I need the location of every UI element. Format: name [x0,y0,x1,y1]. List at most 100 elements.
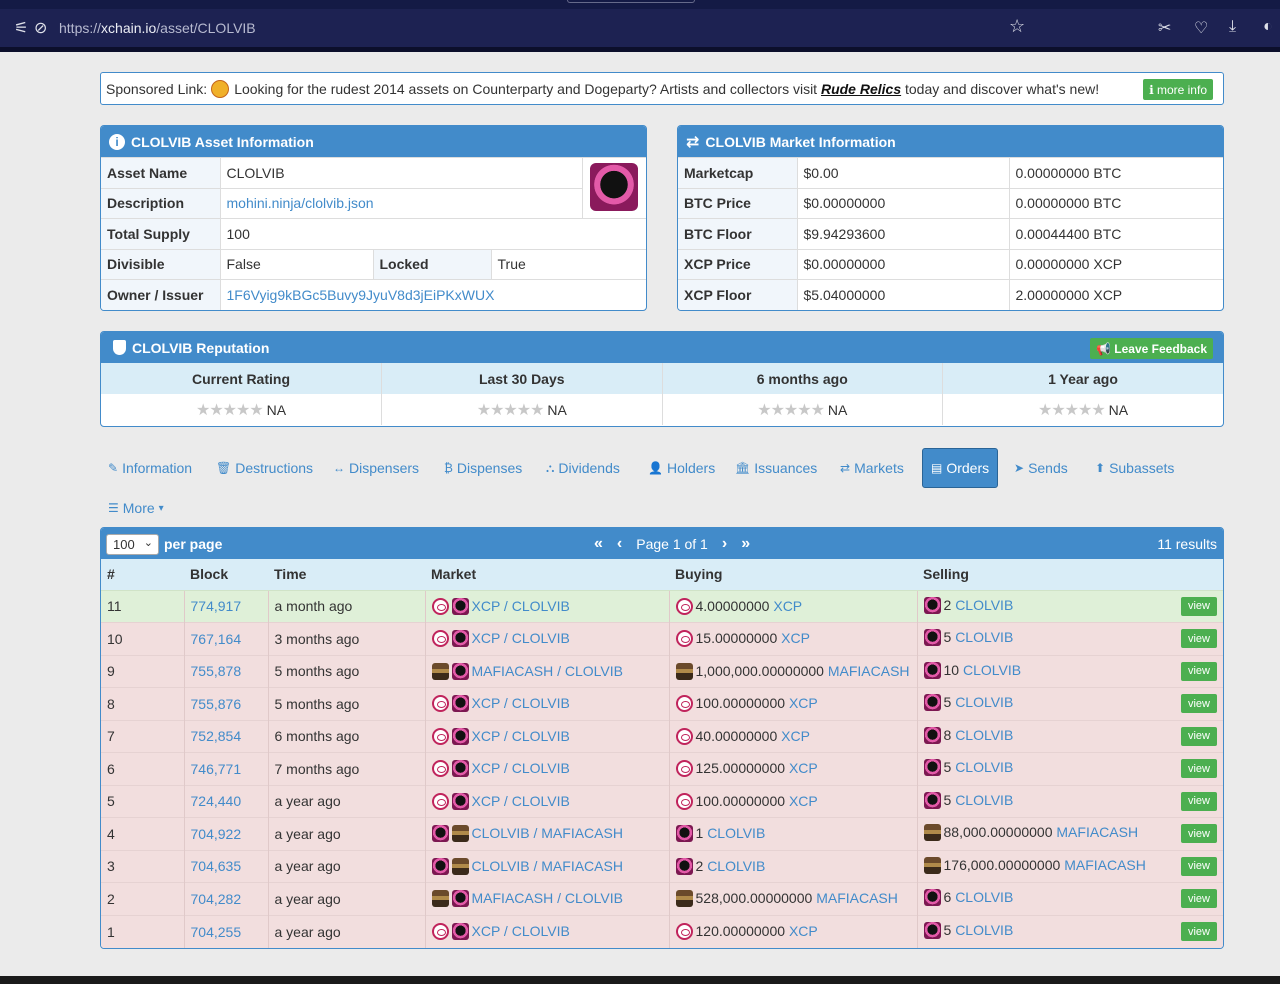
market-link[interactable]: XCP / CLOLVIB [472,598,570,614]
view-button[interactable]: view [1180,726,1217,746]
market-link[interactable]: XCP / CLOLVIB [472,630,570,646]
buying-asset-link[interactable]: XCP [789,793,818,809]
market-link[interactable]: XCP / CLOLVIB [472,793,570,809]
view-button[interactable]: view [1180,694,1217,714]
table-row[interactable]: 2 704,282 a year ago MAFIACASH / CLOLVIB 528… [101,882,1223,915]
last-page-icon[interactable]: » [741,535,750,553]
view-button[interactable]: view [1180,629,1217,649]
tab-sends[interactable]: ➤ Sends [1006,448,1076,488]
market-link[interactable]: XCP / CLOLVIB [472,760,570,776]
table-row[interactable]: 6 746,771 7 months ago XCP / CLOLVIB 125.000… [101,752,1223,785]
market-link[interactable]: MAFIACASH / CLOLVIB [472,890,623,906]
selling-asset-link[interactable]: CLOLVIB [955,759,1013,775]
block-link[interactable]: 755,878 [191,663,242,679]
tab-orders[interactable]: ▤ Orders [922,448,999,488]
table-row[interactable]: 11 774,917 a month ago XCP / CLOLVIB 4.00000… [101,589,1223,623]
tab-holders[interactable]: 👤 Holders [640,448,723,488]
table-row[interactable]: 10 767,164 3 months ago XCP / CLOLVIB 15.000… [101,622,1223,655]
table-row[interactable]: 8 755,876 5 months ago XCP / CLOLVIB 100.000… [101,687,1223,720]
tab-issuances[interactable]: 🏛 Issuances [727,448,825,488]
asset-image[interactable] [590,162,639,211]
buying-asset-link[interactable]: XCP [789,923,818,939]
tab-dispenses[interactable]: ₿ Dispenses [436,448,530,488]
pocket-icon[interactable]: ♡ [1194,18,1208,38]
buying-asset-link[interactable]: XCP [773,598,802,614]
table-row[interactable]: 9 755,878 5 months ago MAFIACASH / CLOLVIB 1… [101,654,1223,688]
active-tab-edge[interactable] [567,0,695,3]
buying-asset-link[interactable]: XCP [789,760,818,776]
buying-asset-link[interactable]: XCP [781,630,810,646]
selling-asset-link[interactable]: CLOLVIB [955,694,1013,710]
tab-label: Information [122,460,193,476]
buying-asset-link[interactable]: CLOLVIB [707,858,765,874]
selling-asset-link[interactable]: CLOLVIB [955,889,1013,905]
selling-asset-link[interactable]: MAFIACASH [1064,857,1146,873]
selling-asset-link[interactable]: CLOLVIB [963,662,1021,678]
bookmark-star-icon[interactable]: ☆ [1009,16,1025,37]
view-button[interactable]: view [1180,791,1217,811]
view-button[interactable]: view [1180,824,1217,844]
market-link[interactable]: XCP / CLOLVIB [472,695,570,711]
buying-asset-link[interactable]: MAFIACASH [816,890,898,906]
selling-amount: 88,000.00000000 [943,824,1053,841]
leave-feedback-button[interactable]: 📢 Leave Feedback [1090,338,1213,359]
block-link[interactable]: 704,922 [191,826,242,842]
market-link[interactable]: CLOLVIB / MAFIACASH [472,825,623,841]
buying-asset-link[interactable]: XCP [789,695,818,711]
view-button[interactable]: view [1180,596,1217,616]
tab-information[interactable]: ✎ Information [100,448,200,488]
block-link[interactable]: 752,854 [191,728,242,744]
view-button[interactable]: view [1180,856,1217,876]
block-link[interactable]: 724,440 [191,793,242,809]
first-page-icon[interactable]: « [594,535,603,553]
download-icon[interactable]: ⤓ [1229,18,1236,36]
tab-more[interactable]: ☰ More ▾ [100,488,172,528]
url-field[interactable]: https://xchain.io/asset/CLOLVIB [59,20,256,36]
tab-dispensers[interactable]: ↔ Dispensers [325,448,427,488]
buying-asset-link[interactable]: XCP [781,728,810,744]
block-link[interactable]: 746,771 [191,761,242,777]
next-page-icon[interactable]: › [722,535,727,553]
buying-asset-link[interactable]: MAFIACASH [828,663,910,679]
tab-dividends[interactable]: ⛬ Dividends [538,448,628,488]
market-link[interactable]: MAFIACASH / CLOLVIB [472,663,623,679]
tab-destructions[interactable]: 🗑 Destructions [208,448,321,488]
tab-subassets[interactable]: ⬆ Subassets [1087,448,1182,488]
table-row[interactable]: 3 704,635 a year ago CLOLVIB / MAFIACASH 2 C… [101,849,1223,883]
view-button[interactable]: view [1180,889,1217,909]
owner-address-link[interactable]: 1F6Vyig9kBGc5Buvy9JyuV8d3jEiPKxWUX [227,287,495,303]
buying-asset-link[interactable]: CLOLVIB [707,825,765,841]
block-link[interactable]: 767,164 [191,631,242,647]
market-link[interactable]: XCP / CLOLVIB [472,923,570,939]
market-link[interactable]: XCP / CLOLVIB [472,728,570,744]
prev-page-icon[interactable]: ‹ [617,535,622,553]
table-row[interactable]: 1 704,255 a year ago XCP / CLOLVIB 120.00000… [101,914,1223,948]
selling-asset-link[interactable]: CLOLVIB [955,629,1013,645]
block-link[interactable]: 704,635 [191,858,242,874]
block-link[interactable]: 774,917 [191,598,242,614]
block-link[interactable]: 704,255 [191,924,242,940]
view-button[interactable]: view [1180,759,1217,779]
selling-asset-link[interactable]: CLOLVIB [955,597,1013,613]
selling-asset-link[interactable]: CLOLVIB [955,922,1013,938]
more-info-button[interactable]: ℹ more info [1143,79,1213,100]
block-link[interactable]: 704,282 [191,891,242,907]
view-button[interactable]: view [1180,922,1217,941]
block-link[interactable]: 755,876 [191,696,242,712]
per-page-select[interactable]: 100 ⌄ [106,534,159,555]
table-row[interactable]: 7 752,854 6 months ago XCP / CLOLVIB 40.0000… [101,719,1223,753]
screenshot-icon[interactable]: ✂ [1158,18,1171,38]
selling-asset-link[interactable]: CLOLVIB [955,727,1013,743]
market-link[interactable]: CLOLVIB / MAFIACASH [472,858,623,874]
tab-markets[interactable]: ⇄ Markets [832,448,912,488]
site-settings-icon[interactable]: ⚟ [14,18,28,38]
profile-icon[interactable]: ◐ [1263,18,1273,36]
table-row[interactable]: 5 724,440 a year ago XCP / CLOLVIB 100.00000… [101,784,1223,818]
selling-asset-link[interactable]: MAFIACASH [1056,824,1138,840]
table-row[interactable]: 4 704,922 a year ago CLOLVIB / MAFIACASH 1 C… [101,817,1223,850]
selling-asset-link[interactable]: CLOLVIB [955,792,1013,808]
tracking-protection-icon[interactable]: ⊘ [34,18,47,38]
rude-relics-link[interactable]: Rude Relics [821,81,901,97]
description-link[interactable]: mohini.ninja/clolvib.json [227,195,374,211]
view-button[interactable]: view [1180,661,1217,681]
